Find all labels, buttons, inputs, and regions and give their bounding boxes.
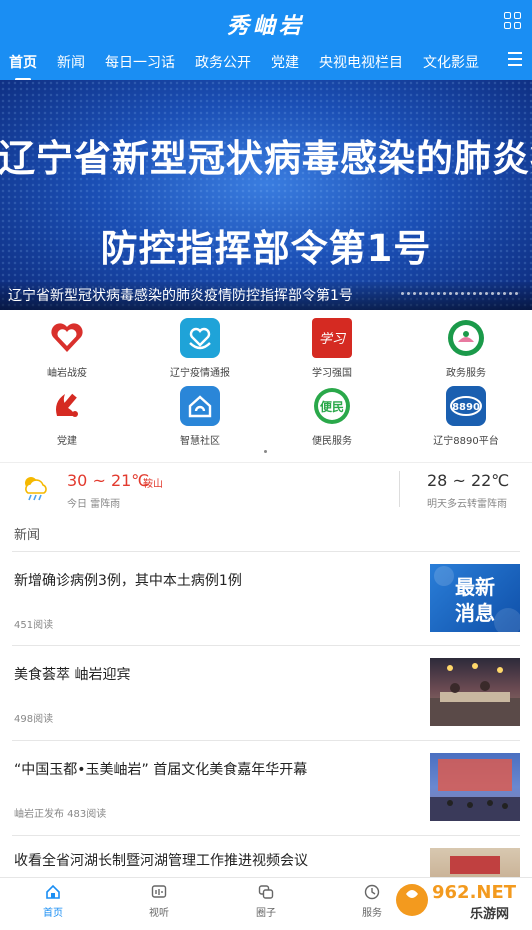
top-bar: 秀岫岩 首页 新闻 每日一习话 政务公开 党建 央视电视栏目 文化影显	[0, 0, 532, 81]
banner-caption: 辽宁省新型冠状病毒感染的肺炎疫情防控指挥部令第1号	[0, 282, 532, 310]
service-grid-pager-dot	[264, 450, 267, 453]
banner-headline-line2: 防控指挥部令第1号	[100, 227, 432, 270]
food-event-thumb	[430, 658, 520, 726]
service-label: 学习强国	[312, 368, 352, 379]
service-label: 党建	[57, 436, 77, 447]
tab-culture[interactable]: 文化影显	[423, 52, 479, 72]
carousel-dots	[401, 292, 518, 295]
audio-visual-icon	[151, 884, 167, 900]
service-label: 辽宁疫情通报	[170, 368, 230, 379]
watermark-text-2: 乐游网	[470, 906, 509, 922]
channel-tabs: 首页 新闻 每日一习话 政务公开 党建 央视电视栏目 文化影显	[0, 44, 500, 81]
today-weather-desc: 今日 雷阵雨	[67, 499, 121, 510]
smart-community-icon	[180, 386, 220, 426]
banner-headline-line1: 辽宁省新型冠状病毒感染的肺炎疫情	[0, 137, 532, 180]
news-title: 新增确诊病例3例，其中本土病例1例	[14, 573, 242, 589]
nav-audio-visual[interactable]: 视听	[129, 884, 189, 919]
service-party-building[interactable]: 党建	[12, 386, 122, 447]
tab-home[interactable]: 首页	[9, 52, 37, 81]
nav-home[interactable]: 首页	[23, 884, 83, 919]
svg-text:便民: 便民	[320, 399, 344, 414]
party-emblem-icon	[47, 386, 87, 426]
service-xuexi-qiangguo[interactable]: 学习 学习强国	[277, 318, 387, 379]
news-section-title: 新闻	[14, 528, 41, 543]
tomorrow-weather-desc: 明天多云转雷阵雨	[427, 499, 507, 510]
tab-cctv-programs[interactable]: 央视电视栏目	[319, 52, 403, 72]
news-title: 收看全省河湖长制暨河湖管理工作推进视频会议	[14, 853, 308, 869]
service-convenience[interactable]: 便民 便民服务	[277, 386, 387, 447]
thunderstorm-icon	[20, 473, 50, 503]
weather-city: 鞍山	[143, 479, 163, 490]
banner-background	[0, 80, 532, 310]
nav-label: 视听	[149, 908, 169, 919]
latest-news-thumb: 最新 消息	[430, 564, 520, 632]
svg-text:8890: 8890	[452, 402, 480, 413]
service-smart-community[interactable]: 智慧社区	[145, 386, 255, 447]
svg-text:消息: 消息	[455, 601, 495, 625]
news-title: 美食荟萃 岫岩迎宾	[14, 667, 131, 683]
tab-news[interactable]: 新闻	[57, 52, 85, 72]
news-meta: 岫岩正发布 483阅读	[14, 809, 107, 820]
service-label: 辽宁8890平台	[433, 436, 499, 447]
convenience-icon: 便民	[312, 386, 352, 426]
grid-icon[interactable]	[504, 12, 522, 30]
service-label: 便民服务	[312, 436, 352, 447]
news-item[interactable]: “中国玉都•玉美岫岩” 首届文化美食嘉年华开幕 岫岩正发布 483阅读	[0, 741, 532, 835]
news-meta: 498阅读	[14, 714, 54, 725]
weather-divider	[399, 471, 400, 507]
tab-party-building[interactable]: 党建	[271, 52, 299, 72]
hamburger-icon[interactable]	[508, 52, 522, 66]
stage-thumb	[430, 753, 520, 821]
xuexi-icon: 学习	[312, 318, 352, 358]
home-icon	[45, 884, 61, 900]
banner-carousel[interactable]: 辽宁省新型冠状病毒感染的肺炎疫情 防控指挥部令第1号 辽宁省新型冠状病毒感染的肺…	[0, 80, 532, 310]
gov-service-icon	[446, 318, 486, 358]
circle-chat-icon	[258, 884, 274, 900]
nav-label: 首页	[43, 908, 63, 919]
service-label: 政务服务	[446, 368, 486, 379]
platform-8890-icon: 8890	[446, 386, 486, 426]
heart-hands-icon	[180, 318, 220, 358]
service-government-service[interactable]: 政务服务	[411, 318, 521, 379]
svg-text:最新: 最新	[455, 575, 495, 599]
tab-daily-xi-quote[interactable]: 每日一习话	[105, 52, 175, 72]
nav-label: 服务	[362, 908, 382, 919]
service-xiuyan-fight-epidemic[interactable]: 岫岩战疫	[12, 318, 122, 379]
service-liaoning-8890[interactable]: 8890 辽宁8890平台	[411, 386, 521, 447]
weather-widget[interactable]: 30 ~ 21℃ 鞍山 今日 雷阵雨 28 ~ 22℃ 明天多云转雷阵雨	[0, 462, 532, 514]
heart-icon	[47, 318, 87, 358]
news-meta: 451阅读	[14, 620, 54, 631]
tomorrow-temperature: 28 ~ 22℃	[427, 471, 510, 490]
news-item[interactable]: 新增确诊病例3例，其中本土病例1例 451阅读 最新 消息	[0, 552, 532, 646]
site-watermark: 962.NET 乐游网	[392, 876, 532, 924]
watermark-text-1: 962.NET	[432, 882, 517, 903]
service-liaoning-epidemic-report[interactable]: 辽宁疫情通报	[145, 318, 255, 379]
service-grid: 岫岩战疫 辽宁疫情通报 学习 学习强国 政务服务 党建 智慧社区 便民 便民服务	[0, 312, 532, 462]
news-title: “中国玉都•玉美岫岩” 首届文化美食嘉年华开幕	[14, 762, 308, 778]
tab-government-affairs[interactable]: 政务公开	[195, 52, 251, 72]
service-label: 岫岩战疫	[47, 368, 87, 379]
today-temperature: 30 ~ 21℃	[67, 471, 150, 490]
app-title: 秀岫岩	[226, 13, 305, 39]
news-item[interactable]: 美食荟萃 岫岩迎宾 498阅读	[0, 646, 532, 740]
nav-label: 圈子	[256, 908, 276, 919]
service-label: 智慧社区	[180, 436, 220, 447]
svg-text:学习: 学习	[319, 331, 347, 347]
nav-circle[interactable]: 圈子	[236, 884, 296, 919]
clock-service-icon	[364, 884, 380, 900]
